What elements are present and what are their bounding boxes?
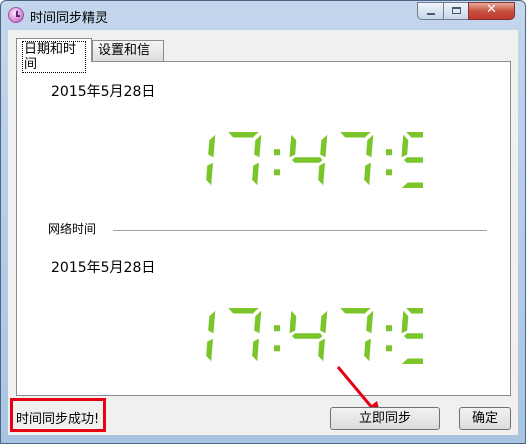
maximize-button[interactable] — [443, 2, 469, 20]
clock-digit-segment — [289, 134, 297, 158]
tab-date-time-label: 日期和时间 — [22, 41, 86, 73]
local-date: 2015年5月28日 — [49, 72, 219, 112]
section-divider — [113, 230, 487, 231]
clock-digit-segment — [403, 333, 423, 339]
ok-button[interactable]: 确定 — [459, 407, 511, 430]
network-time-display — [171, 300, 423, 372]
clock-app-icon — [8, 7, 24, 23]
close-button[interactable]: ✕ — [468, 2, 515, 20]
clock-digit-segment — [318, 338, 326, 362]
clock-digit-segment — [291, 157, 323, 163]
clock-colon-dot — [386, 345, 392, 352]
title-bar[interactable]: 时间同步精灵 ✕ — [1, 1, 525, 29]
status-highlight: 时间同步成功! — [10, 398, 106, 432]
tab-settings-info[interactable]: 设置和信息 — [92, 40, 164, 78]
clock-colon-dot — [386, 169, 392, 176]
clock-digit-segment — [254, 310, 262, 334]
clock-colon-dot — [386, 325, 392, 332]
clock-digit-segment — [318, 162, 326, 186]
clock-digit-segment — [228, 308, 259, 314]
clock-digit-segment — [252, 162, 260, 186]
clock-digit-segment — [364, 338, 372, 362]
network-time-label: 网络时间 — [48, 222, 97, 236]
clock-colon-dot — [274, 149, 280, 156]
clock-digit-segment — [320, 134, 328, 158]
maximize-icon — [452, 7, 461, 14]
clock-digit-segment — [320, 310, 328, 334]
clock-colon-dot — [386, 149, 392, 156]
clock-digit-segment — [228, 132, 259, 138]
clock-colon-dot — [274, 345, 280, 352]
clock-digit-segment — [401, 358, 423, 364]
clock-digit-segment — [401, 310, 409, 334]
tab-date-time[interactable]: 日期和时间 — [16, 38, 92, 73]
sync-now-button[interactable]: 立即同步 — [330, 407, 440, 430]
clock-digit-segment — [366, 134, 374, 158]
clock-digit-segment — [401, 182, 423, 188]
clock-colon-dot — [274, 325, 280, 332]
clock-digit-segment — [208, 134, 216, 158]
network-date: 2015年5月28日 — [49, 248, 219, 288]
clock-digit-segment — [206, 162, 214, 186]
clock-digit-segment — [208, 310, 216, 334]
clock-digit-segment — [366, 310, 374, 334]
dialog-client: 日期和时间 设置和信息 2015年5月28日 网络时间 2015年5月28日 时… — [8, 30, 518, 435]
status-message: 时间同步成功! — [16, 412, 100, 427]
clock-digit-segment — [406, 132, 423, 138]
clock-digit-segment — [401, 134, 409, 158]
clock-digit-segment — [252, 338, 260, 362]
clock-digit-segment — [289, 310, 297, 334]
app-window: 时间同步精灵 ✕ 日期和时间 设置和信息 2015年5月28日 网络时间 201… — [0, 0, 526, 444]
clock-digit-segment — [340, 308, 371, 314]
close-icon: ✕ — [486, 2, 497, 17]
window-title: 时间同步精灵 — [30, 11, 109, 26]
minimize-button[interactable] — [417, 2, 444, 20]
date-time-panel: 2015年5月28日 网络时间 2015年5月28日 — [16, 61, 511, 396]
local-time-display — [171, 124, 423, 196]
clock-colon-dot — [274, 169, 280, 176]
clock-digit-segment — [206, 338, 214, 362]
clock-digit-segment — [364, 162, 372, 186]
minimize-icon — [427, 13, 435, 15]
clock-digit-segment — [406, 308, 423, 314]
clock-digit-segment — [403, 157, 423, 163]
clock-digit-segment — [340, 132, 371, 138]
clock-digit-segment — [291, 333, 323, 339]
clock-digit-segment — [254, 134, 262, 158]
